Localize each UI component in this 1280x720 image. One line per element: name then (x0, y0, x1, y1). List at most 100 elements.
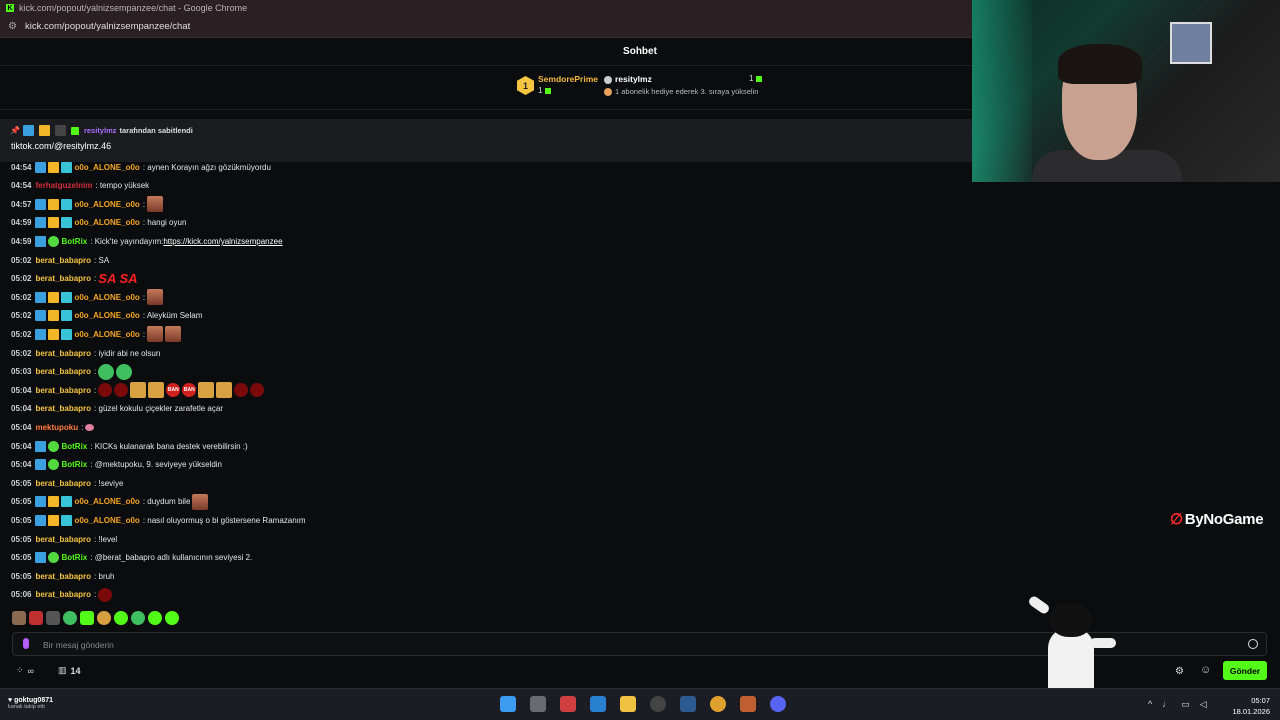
message-user[interactable]: berat_babapro (35, 256, 91, 265)
message-user[interactable]: o0o_ALONE_o0o (74, 330, 139, 339)
green-grin-emote-icon[interactable] (165, 611, 179, 625)
microphone-tray-icon[interactable]: ♩ (1162, 699, 1171, 710)
kick-emote-icon[interactable] (80, 611, 94, 625)
laugh-emote-icon[interactable] (97, 611, 111, 625)
leaderboard-second-user[interactable]: resitylmz (604, 74, 652, 84)
message-link[interactable]: https://kick.com/yalnizsempanzee (163, 237, 282, 246)
message-user[interactable]: BotRix (61, 460, 87, 469)
chat-message: 05:04 berat_babapro: BAN BAN (11, 382, 265, 399)
bot-icon[interactable]: ☺ (1200, 664, 1211, 676)
dog-emote-icon[interactable] (216, 382, 233, 399)
chat-settings-gear-icon[interactable]: ⚙ (1175, 666, 1184, 677)
message-user[interactable]: mektupoku (35, 423, 78, 432)
message-user[interactable]: berat_babapro (35, 386, 91, 395)
red-orb-emote-icon[interactable] (98, 587, 113, 602)
leaderboard-top-user[interactable]: SemdorePrime (538, 74, 598, 84)
system-clock[interactable]: 05:07 18.01.2026 (1228, 695, 1270, 717)
ban-emote-icon[interactable]: BAN (166, 383, 181, 398)
photos-icon[interactable] (590, 696, 606, 712)
ban-emote-icon[interactable]: BAN (182, 383, 197, 398)
message-user[interactable]: o0o_ALONE_o0o (74, 200, 139, 209)
crown-badge-icon (48, 328, 60, 340)
tray-chevron-icon[interactable]: ^ (1148, 699, 1152, 710)
face-emote-icon[interactable] (147, 289, 164, 306)
display-tray-icon[interactable]: ▭ (1181, 699, 1190, 710)
task-view-icon[interactable] (530, 696, 546, 712)
obs-icon[interactable] (650, 696, 666, 712)
gift-store-icon[interactable]: ▥ (58, 665, 67, 676)
chrome-icon[interactable] (710, 696, 726, 712)
discord-icon[interactable] (770, 696, 786, 712)
dog-emote-icon[interactable] (130, 382, 147, 399)
microphone-icon[interactable] (23, 638, 29, 649)
message-user[interactable]: o0o_ALONE_o0o (74, 293, 139, 302)
url-text[interactable]: kick.com/popout/yalnizsempanzee/chat (25, 21, 190, 32)
message-user[interactable]: o0o_ALONE_o0o (74, 311, 139, 320)
message-user[interactable]: o0o_ALONE_o0o (74, 497, 139, 506)
message-user[interactable]: berat_babapro (35, 404, 91, 413)
snipping-tool-icon[interactable] (560, 696, 576, 712)
message-user[interactable]: BotRix (61, 553, 87, 562)
volume-tray-icon[interactable]: ◁ (1200, 699, 1207, 710)
green-blob-emote-icon[interactable] (131, 611, 145, 625)
gun-emote-icon[interactable] (46, 611, 60, 625)
pinned-by-user[interactable]: resitylmz (84, 126, 117, 135)
lips-emote-icon[interactable] (85, 423, 95, 431)
message-user[interactable]: berat_babapro (35, 349, 91, 358)
windows-start-icon[interactable] (500, 696, 516, 712)
dog-emote-icon[interactable] (148, 382, 165, 399)
steam-icon[interactable] (680, 696, 696, 712)
chat-message: 05:05 berat_babapro: !level (11, 531, 117, 547)
cat-emote-icon[interactable] (12, 611, 26, 625)
message-user[interactable]: BotRix (61, 442, 87, 451)
message-user[interactable]: berat_babapro (35, 590, 91, 599)
frog-emote-icon[interactable] (98, 363, 115, 380)
red-orb-emote-icon[interactable] (98, 383, 113, 398)
share-icon[interactable]: ⁘ (16, 665, 24, 676)
message-user[interactable]: o0o_ALONE_o0o (74, 218, 139, 227)
message-user[interactable]: berat_babapro (35, 535, 91, 544)
message-user[interactable]: berat_babapro (35, 572, 91, 581)
mod-badge-icon (54, 125, 66, 136)
message-user[interactable]: berat_babapro (35, 274, 91, 283)
message-text: : KICKs kulanarak bana destek verebilirs… (90, 441, 248, 451)
message-text: : iyidir abi ne olsun (94, 348, 161, 358)
message-user[interactable]: berat_babapro (35, 479, 91, 488)
red-orb-emote-icon[interactable] (234, 383, 249, 398)
site-settings-icon[interactable]: ⚙ (8, 21, 17, 32)
chat-footer-left: ⁘ ∞ ▥ 14 (16, 665, 81, 676)
face-emote-icon[interactable] (192, 493, 209, 510)
wall-poster (1170, 22, 1212, 64)
infinity-icon[interactable]: ∞ (28, 666, 34, 676)
chat-message: 05:02 o0o_ALONE_o0o: (11, 289, 164, 306)
message-user[interactable]: ferhatguzelnim (35, 181, 92, 190)
frog-emote-icon[interactable] (116, 363, 133, 380)
red-orb-emote-icon[interactable] (114, 383, 129, 398)
file-explorer-icon[interactable] (620, 696, 636, 712)
green-smile-emote-icon[interactable] (148, 611, 162, 625)
sa-emote[interactable]: SA SA (98, 271, 137, 286)
dog-emote-icon[interactable] (198, 382, 215, 399)
angry-emote-icon[interactable] (29, 611, 43, 625)
message-user[interactable]: BotRix (61, 237, 87, 246)
streamer-hair (1058, 44, 1142, 84)
face-emote-icon[interactable] (147, 196, 164, 213)
message-user[interactable]: o0o_ALONE_o0o (74, 163, 139, 172)
frog-emote-icon[interactable] (63, 611, 77, 625)
message-user[interactable]: o0o_ALONE_o0o (74, 516, 139, 525)
face-emote-icon[interactable] (165, 326, 182, 343)
sub-badge-icon (61, 161, 73, 173)
verified-badge-icon (35, 552, 47, 564)
emoji-picker-icon[interactable] (1248, 639, 1258, 649)
send-button[interactable]: Gönder (1223, 661, 1267, 680)
pinned-content[interactable]: tiktok.com/@resitylmz.46 (11, 141, 111, 151)
media-player-icon[interactable] (740, 696, 756, 712)
face-emote-icon[interactable] (147, 326, 164, 343)
message-user[interactable]: berat_babapro (35, 367, 91, 376)
message-text: : Aleyküm Selam (142, 311, 203, 321)
green-face-emote-icon[interactable] (114, 611, 128, 625)
clock-date: 18.01.2026 (1232, 707, 1270, 716)
pinned-message[interactable]: 📌 resitylmz tarafından sabitlendi tiktok… (0, 119, 972, 162)
bot-badge-icon (48, 235, 60, 247)
red-orb-emote-icon[interactable] (250, 383, 265, 398)
